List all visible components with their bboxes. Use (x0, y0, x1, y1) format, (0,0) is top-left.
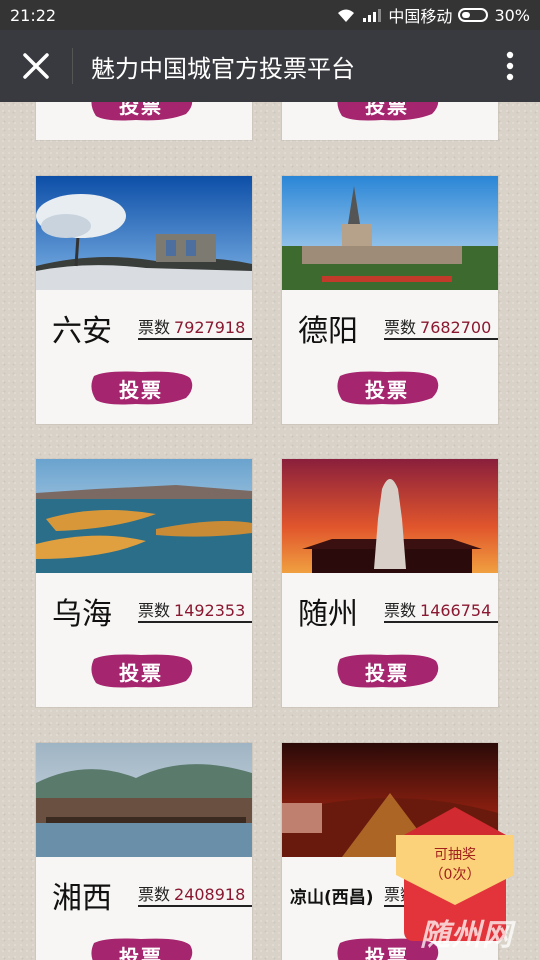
battery-percent: 30% (494, 5, 530, 25)
close-icon (23, 53, 49, 79)
city-name: 凉山(西昌) (290, 888, 374, 908)
vote-count: 票数 1466754 (384, 597, 498, 623)
city-card-partial-right: 投票 (282, 102, 498, 140)
status-right: 中国移动 30% (336, 3, 530, 27)
city-card-suizhou[interactable]: 随州 票数 1466754 投票 (282, 459, 498, 707)
status-bar: 21:22 中国移动 30% (0, 0, 540, 30)
vote-button[interactable]: 投票 (86, 651, 196, 691)
city-card-deyang[interactable]: 德阳 票数 7682700 投票 (282, 176, 498, 424)
city-name: 六安 (52, 314, 112, 349)
more-vertical-icon (506, 51, 514, 81)
city-name: 乌海 (52, 597, 112, 632)
vote-button[interactable]: 投票 (86, 935, 196, 960)
city-card-luan[interactable]: 六安 票数 7927918 投票 (36, 176, 252, 424)
title-divider (72, 48, 73, 84)
vote-count: 票数 2408918 (138, 881, 252, 907)
carrier-label: 中国移动 (388, 7, 453, 26)
city-photo (36, 459, 252, 573)
city-name: 湘西 (52, 881, 112, 916)
vote-count: 票数 7927918 (138, 314, 252, 340)
page-title: 魅力中国城官方投票平台 (91, 54, 355, 83)
vote-button[interactable]: 投票 (86, 102, 196, 124)
city-photo (36, 176, 252, 290)
vote-button[interactable]: 投票 (332, 102, 442, 124)
vote-button[interactable]: 投票 (332, 368, 442, 408)
city-photo (36, 743, 252, 857)
more-button[interactable] (480, 30, 540, 102)
vote-count: 票数 1492353 (138, 597, 252, 623)
lottery-text: 可抽奖 （0次） (429, 847, 481, 883)
city-card-xiangxi[interactable]: 湘西 票数 2408918 投票 (36, 743, 252, 960)
city-photo (282, 176, 498, 290)
vote-count: 票数 7682700 (384, 314, 498, 340)
vote-button[interactable]: 投票 (86, 368, 196, 408)
title-bar: 魅力中国城官方投票平台 (0, 30, 540, 102)
battery-icon (458, 8, 489, 22)
close-button[interactable] (0, 30, 72, 102)
city-photo (282, 459, 498, 573)
city-name: 随州 (298, 597, 358, 632)
watermark-logo: 随州网 (420, 918, 513, 953)
city-card-partial-left: 投票 (36, 102, 252, 140)
signal-icon (363, 9, 382, 22)
wifi-icon (338, 9, 355, 22)
city-name: 德阳 (298, 314, 358, 349)
vote-button[interactable]: 投票 (332, 651, 442, 691)
status-time: 21:22 (10, 5, 57, 25)
city-card-wuhai[interactable]: 乌海 票数 1492353 投票 (36, 459, 252, 707)
